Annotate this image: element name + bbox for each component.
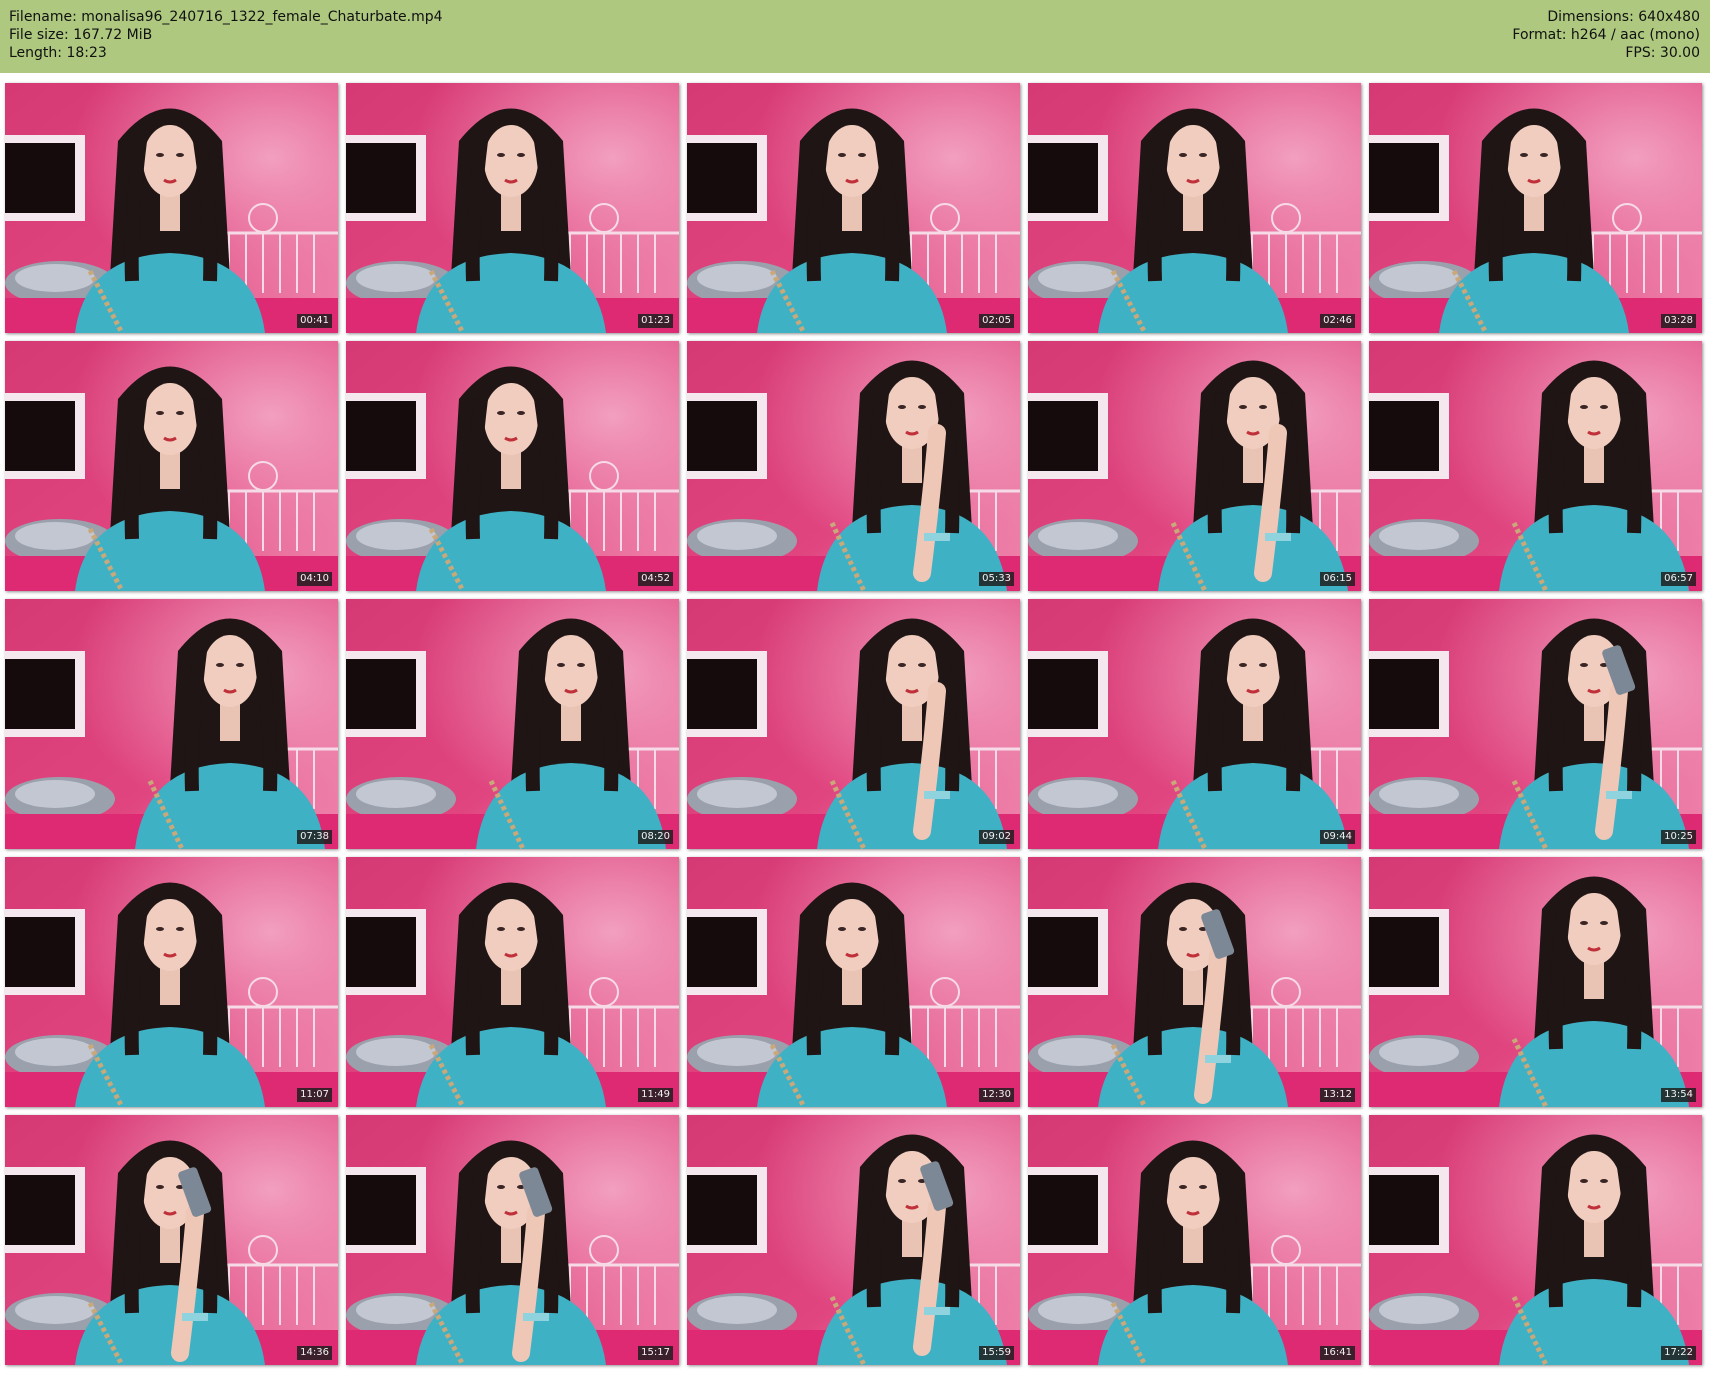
- video-frame-image: [346, 1115, 679, 1365]
- thumbnail-frame: 11:49: [346, 857, 679, 1107]
- timestamp-label: 06:57: [1661, 572, 1696, 586]
- thumbnail-frame: 12:30: [687, 857, 1020, 1107]
- thumbnail-frame: 06:15: [1028, 341, 1361, 591]
- video-frame-image: [687, 1115, 1020, 1365]
- video-frame-image: [1369, 599, 1702, 849]
- timestamp-label: 17:22: [1661, 1346, 1696, 1360]
- timestamp-label: 12:30: [979, 1088, 1014, 1102]
- video-frame-image: [1028, 1115, 1361, 1365]
- timestamp-label: 14:36: [297, 1346, 332, 1360]
- timestamp-label: 02:05: [979, 314, 1014, 328]
- timestamp-label: 13:12: [1320, 1088, 1355, 1102]
- timestamp-label: 13:54: [1661, 1088, 1696, 1102]
- thumbnail-frame: 16:41: [1028, 1115, 1361, 1365]
- format-text: Format: h264 / aac (mono): [1512, 27, 1700, 43]
- thumbnail-frame: 08:20: [346, 599, 679, 849]
- video-frame-image: [1369, 1115, 1702, 1365]
- video-frame-image: [5, 1115, 338, 1365]
- thumbnail-frame: 14:36: [5, 1115, 338, 1365]
- thumbnail-frame: 11:07: [5, 857, 338, 1107]
- dimensions-text: Dimensions: 640x480: [1547, 9, 1700, 25]
- thumbnail-frame: 15:59: [687, 1115, 1020, 1365]
- video-frame-image: [687, 599, 1020, 849]
- timestamp-label: 04:10: [297, 572, 332, 586]
- video-frame-image: [346, 857, 679, 1107]
- video-frame-image: [1028, 83, 1361, 333]
- thumbnail-grid: 00:41 01:23 02:05 02:46 03:28 04:10 04:5…: [0, 80, 1710, 1370]
- video-frame-image: [1369, 341, 1702, 591]
- video-frame-image: [346, 83, 679, 333]
- timestamp-label: 16:41: [1320, 1346, 1355, 1360]
- thumbnail-frame: 01:23: [346, 83, 679, 333]
- thumbnail-frame: 02:46: [1028, 83, 1361, 333]
- thumbnail-frame: 04:10: [5, 341, 338, 591]
- length-text: Length: 18:23: [9, 45, 107, 61]
- thumbnail-frame: 03:28: [1369, 83, 1702, 333]
- file-size-text: File size: 167.72 MiB: [9, 27, 153, 43]
- thumbnail-frame: 05:33: [687, 341, 1020, 591]
- video-frame-image: [1028, 857, 1361, 1107]
- timestamp-label: 15:59: [979, 1346, 1014, 1360]
- file-info: Filename: monalisa96_240716_1322_female_…: [9, 8, 443, 62]
- video-frame-image: [5, 341, 338, 591]
- timestamp-label: 08:20: [638, 830, 673, 844]
- timestamp-label: 03:28: [1661, 314, 1696, 328]
- timestamp-label: 01:23: [638, 314, 673, 328]
- thumbnail-frame: 17:22: [1369, 1115, 1702, 1365]
- video-frame-image: [1028, 341, 1361, 591]
- timestamp-label: 07:38: [297, 830, 332, 844]
- video-frame-image: [687, 857, 1020, 1107]
- video-frame-image: [5, 857, 338, 1107]
- video-frame-image: [687, 341, 1020, 591]
- thumbnail-frame: 15:17: [346, 1115, 679, 1365]
- thumbnail-frame: 10:25: [1369, 599, 1702, 849]
- timestamp-label: 09:44: [1320, 830, 1355, 844]
- thumbnail-frame: 06:57: [1369, 341, 1702, 591]
- timestamp-label: 15:17: [638, 1346, 673, 1360]
- thumbnail-frame: 04:52: [346, 341, 679, 591]
- timestamp-label: 06:15: [1320, 572, 1355, 586]
- video-frame-image: [5, 599, 338, 849]
- timestamp-label: 11:07: [297, 1088, 332, 1102]
- timestamp-label: 10:25: [1661, 830, 1696, 844]
- video-frame-image: [1369, 857, 1702, 1107]
- filename-text: Filename: monalisa96_240716_1322_female_…: [9, 9, 443, 25]
- video-frame-image: [1028, 599, 1361, 849]
- timestamp-label: 02:46: [1320, 314, 1355, 328]
- video-frame-image: [346, 599, 679, 849]
- thumbnail-frame: 02:05: [687, 83, 1020, 333]
- thumbnail-frame: 09:02: [687, 599, 1020, 849]
- timestamp-label: 09:02: [979, 830, 1014, 844]
- video-info: Dimensions: 640x480 Format: h264 / aac (…: [1512, 8, 1700, 62]
- timestamp-label: 04:52: [638, 572, 673, 586]
- thumbnail-frame: 13:12: [1028, 857, 1361, 1107]
- timestamp-label: 00:41: [297, 314, 332, 328]
- video-frame-image: [346, 341, 679, 591]
- info-header: Filename: monalisa96_240716_1322_female_…: [0, 0, 1710, 73]
- video-frame-image: [687, 83, 1020, 333]
- thumbnail-frame: 09:44: [1028, 599, 1361, 849]
- video-frame-image: [1369, 83, 1702, 333]
- thumbnail-frame: 13:54: [1369, 857, 1702, 1107]
- fps-text: FPS: 30.00: [1625, 45, 1700, 61]
- video-frame-image: [5, 83, 338, 333]
- thumbnail-frame: 07:38: [5, 599, 338, 849]
- timestamp-label: 11:49: [638, 1088, 673, 1102]
- timestamp-label: 05:33: [979, 572, 1014, 586]
- thumbnail-frame: 00:41: [5, 83, 338, 333]
